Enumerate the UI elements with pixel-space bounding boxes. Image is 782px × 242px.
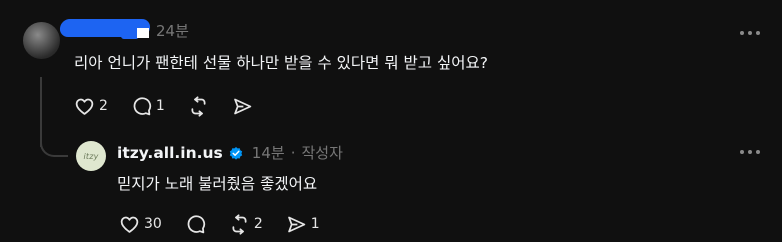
reply-share-count: 1 [310, 216, 320, 232]
reply-more-dots-icon[interactable] [740, 149, 760, 155]
more-dots-icon[interactable] [740, 30, 760, 36]
reply-time: 14분 [251, 144, 285, 162]
thread: 24분 리아 언니가 팬한테 선물 하나만 받을 수 있다면 뭐 받고 싶어요?… [0, 0, 782, 242]
reply-repost-button[interactable]: 2 [229, 213, 263, 235]
reply-username[interactable]: itzy.all.in.us [117, 144, 223, 162]
reply-share-button[interactable]: 1 [286, 213, 320, 235]
reply-avatar-text: itzy [83, 151, 99, 161]
repost-icon [191, 95, 206, 117]
top-share-button[interactable] [232, 95, 253, 117]
comment-icon [133, 96, 152, 115]
redacted-username-mark [137, 28, 149, 38]
top-post-time: 24분 [156, 22, 189, 40]
reply-header: itzy.all.in.us 14분 · 작성자 [117, 142, 343, 163]
repost-icon [232, 213, 247, 235]
comment-icon [187, 214, 205, 233]
top-post: 24분 리아 언니가 팬한테 선물 하나만 받을 수 있다면 뭐 받고 싶어요?… [0, 0, 782, 130]
heart-icon [120, 216, 139, 233]
top-like-button[interactable]: 2 [74, 95, 108, 117]
reply-like-count: 30 [144, 216, 162, 232]
top-like-count: 2 [99, 98, 108, 114]
reply-post-avatar[interactable]: itzy [76, 141, 106, 171]
top-post-avatar[interactable] [23, 22, 60, 59]
top-reply-button[interactable]: 1 [131, 95, 165, 117]
reply-like-button[interactable]: 30 [119, 213, 162, 235]
reply-post-text: 믿지가 노래 불러줬음 좋겠어요 [117, 175, 318, 193]
top-reply-count: 1 [155, 98, 165, 114]
author-tag: 작성자 [301, 144, 343, 162]
reply-comment-button[interactable] [185, 213, 206, 235]
reply-repost-count: 2 [253, 216, 263, 232]
top-post-actions: 2 1 [74, 95, 276, 117]
top-post-text: 리아 언니가 팬한테 선물 하나만 받을 수 있다면 뭐 받고 싶어요? [74, 54, 488, 72]
separator-dot: · [290, 143, 296, 162]
send-icon [234, 98, 252, 114]
send-icon [287, 216, 305, 232]
top-repost-button[interactable] [188, 95, 209, 117]
heart-icon [75, 98, 94, 115]
reply-post-actions: 30 2 1 [119, 213, 343, 235]
verified-badge-icon [229, 146, 242, 160]
